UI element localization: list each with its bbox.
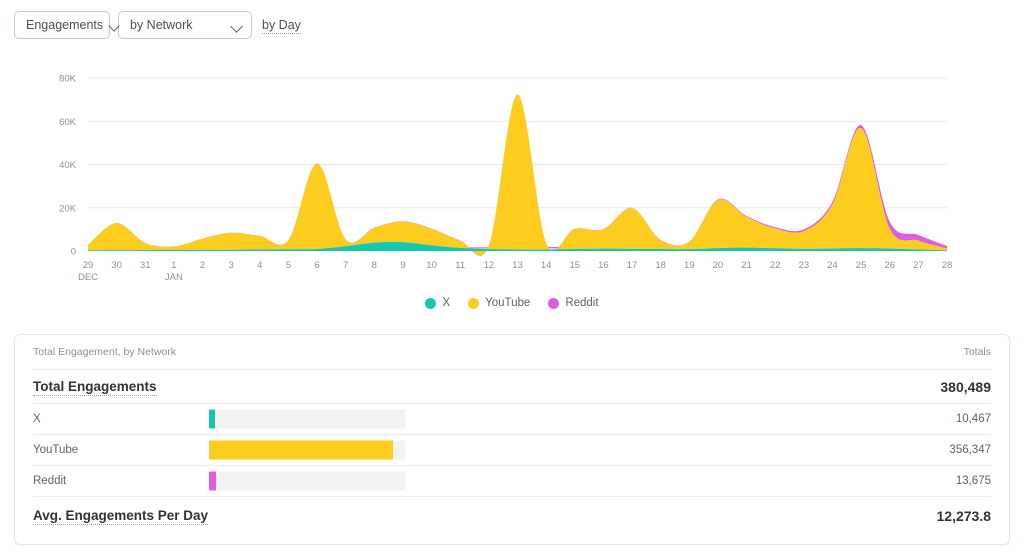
y-axis-tick-label: 60K <box>59 117 77 128</box>
x-axis-tick-label: 31 <box>140 260 151 271</box>
x-axis-tick-label: 2 <box>200 260 205 271</box>
dimension-select-value: by Network <box>130 18 193 32</box>
row-bar-track <box>209 440 405 460</box>
chart-legend: X YouTube Reddit <box>0 297 1024 309</box>
x-axis-tick-label: 22 <box>770 260 781 271</box>
x-axis-tick-label: 25 <box>856 260 867 271</box>
legend-item-youtube[interactable]: YouTube <box>468 297 530 309</box>
legend-swatch-icon <box>468 297 480 309</box>
row-label: YouTube <box>33 444 79 456</box>
x-axis-tick-label: 19 <box>684 260 695 271</box>
row-bar-track <box>209 409 405 429</box>
table-row: X 10,467 <box>33 403 991 434</box>
chevron-down-icon <box>231 20 242 31</box>
x-axis-tick-label: 11 <box>455 260 465 271</box>
total-engagements-value: 380,489 <box>940 378 991 395</box>
metric-select[interactable]: Engagements <box>14 11 110 39</box>
y-axis-tick-label: 80K <box>59 74 77 85</box>
avg-engagements-label: Avg. Engagements Per Day <box>33 508 209 525</box>
x-axis-tick-label: 5 <box>286 260 291 271</box>
y-axis-tick-label: 40K <box>59 160 77 171</box>
chart-area-youtube <box>0 94 947 256</box>
legend-label: YouTube <box>485 297 531 309</box>
legend-swatch-icon <box>425 297 437 309</box>
totals-card-caption: Total Engagement, by Network <box>33 346 176 358</box>
chart-canvas: 020K40K60K80K29 30 31 1 2 3 4 5 6 7 8 9 10 11 12 13 14 15… <box>0 74 953 283</box>
x-axis-tick-label: 28 <box>942 260 953 271</box>
x-axis-tick-label: 12 <box>484 260 495 271</box>
x-axis-tick-label: 16 <box>598 260 609 271</box>
x-axis-tick-label: 13 <box>512 260 523 271</box>
engagements-area-chart: 0 20K 40K 60K 80K 29 30 31 1 2 3 4 5 6 7 8 9 10 11 12 13 14 15… <box>0 52 1024 322</box>
y-axis-tick-label: 20K <box>59 203 77 214</box>
x-axis-month-label: DEC <box>78 272 98 283</box>
legend-label: X <box>442 297 451 309</box>
x-axis-tick-label: 24 <box>827 260 838 271</box>
y-axis-tick-label: 0 <box>71 247 76 258</box>
x-axis-tick-label: 29 <box>83 260 94 271</box>
table-row: YouTube 356,347 <box>33 434 991 465</box>
row-value: 13,675 <box>955 475 991 487</box>
legend-label: Reddit <box>565 297 599 309</box>
total-engagements-row: Total Engagements 380,489 <box>33 369 991 403</box>
totals-card: Total Engagement, by Network Totals Tota… <box>14 334 1010 545</box>
interval-link[interactable]: by Day <box>262 17 301 34</box>
avg-engagements-row: Avg. Engagements Per Day 12,273.8 <box>33 496 991 534</box>
x-axis-tick-label: 8 <box>372 260 377 271</box>
legend-item-x[interactable]: X <box>425 297 450 309</box>
x-axis-tick-label: 7 <box>343 260 348 271</box>
totals-column-header: Totals <box>963 346 991 358</box>
x-axis-month-label: JAN <box>165 272 183 283</box>
row-bar-fill <box>209 471 217 491</box>
dimension-select[interactable]: by Network <box>118 11 252 39</box>
x-axis-tick-label: 27 <box>913 260 924 271</box>
engagements-dashboard: Engagements by Network by Day 0 20K 40K 60K… <box>0 0 1024 551</box>
row-value: 10,467 <box>955 413 991 425</box>
legend-swatch-icon <box>548 297 560 309</box>
x-axis-tick-label: 1 <box>171 260 176 271</box>
row-label: X <box>33 413 41 425</box>
metric-select-value: Engagements <box>26 18 104 32</box>
x-axis-tick-label: 6 <box>314 260 319 271</box>
chevron-down-icon <box>109 20 120 31</box>
row-bar-fill <box>209 409 215 429</box>
table-row: Reddit 13,675 <box>33 465 991 496</box>
x-axis-tick-label: 23 <box>799 260 810 271</box>
x-axis-tick-label: 30 <box>111 260 122 271</box>
totals-card-header: Total Engagement, by Network Totals <box>33 335 991 369</box>
x-axis-tick-label: 10 <box>426 260 437 271</box>
x-axis-tick-label: 21 <box>741 260 752 271</box>
x-axis-tick-label: 26 <box>884 260 895 271</box>
x-axis-tick-label: 9 <box>400 260 405 271</box>
x-axis-tick-label: 17 <box>627 260 638 271</box>
x-axis-tick-label: 15 <box>569 260 580 271</box>
total-engagements-label: Total Engagements <box>33 379 157 396</box>
chart-controls-toolbar: Engagements by Network by Day <box>14 11 301 39</box>
x-axis-tick-label: 14 <box>541 260 552 271</box>
row-value: 356,347 <box>949 444 991 456</box>
row-bar-track <box>209 471 405 491</box>
x-axis-tick-label: 18 <box>655 260 666 271</box>
x-axis-tick-label: 4 <box>257 260 262 271</box>
row-label: Reddit <box>33 475 67 487</box>
row-bar-fill <box>209 440 394 460</box>
x-axis-tick-label: 3 <box>229 260 234 271</box>
avg-engagements-value: 12,273.8 <box>936 507 992 524</box>
legend-item-reddit[interactable]: Reddit <box>548 297 599 309</box>
network-rows: X 10,467 YouTube 356,347 Reddit 13,675 <box>33 403 991 496</box>
x-axis-tick-label: 20 <box>713 260 724 271</box>
